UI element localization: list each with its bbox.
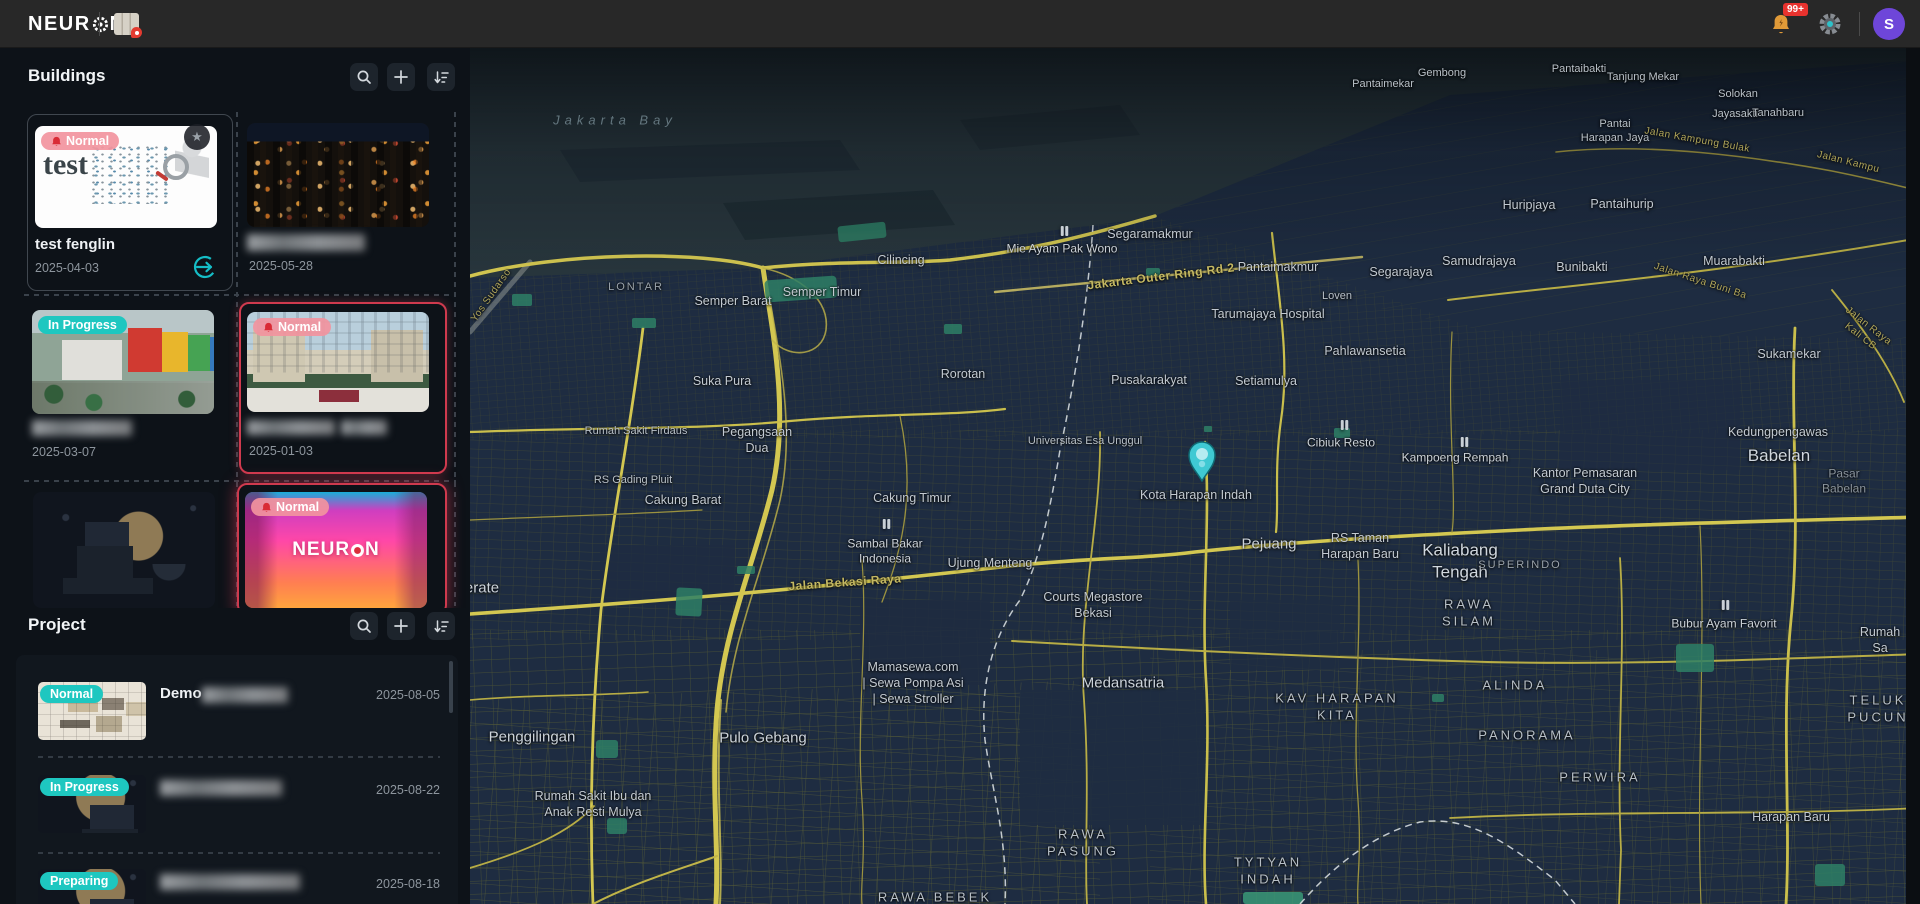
grid-divider bbox=[454, 112, 456, 606]
grid-divider bbox=[24, 480, 456, 482]
enter-building-button[interactable] bbox=[192, 254, 218, 280]
favorite-star-button[interactable]: ★ bbox=[184, 124, 210, 150]
alert-bell-icon bbox=[261, 502, 272, 513]
building-date: 2025-01-03 bbox=[249, 444, 313, 458]
location-pin-icon bbox=[1187, 440, 1217, 482]
project-date: 2025-08-22 bbox=[376, 783, 440, 797]
building-date: 2025-05-28 bbox=[249, 259, 313, 273]
star-icon: ★ bbox=[191, 129, 203, 145]
alert-bell-icon bbox=[263, 322, 274, 333]
building-date: 2025-04-03 bbox=[35, 261, 99, 275]
app-logo: NEUR N bbox=[28, 0, 126, 48]
plus-icon bbox=[393, 618, 409, 634]
watermark-text-right: N bbox=[365, 539, 380, 561]
status-label: Normal bbox=[278, 320, 321, 334]
redacted-title bbox=[341, 420, 387, 435]
enter-arrow-icon bbox=[192, 254, 218, 280]
grid-divider bbox=[24, 294, 456, 296]
sort-icon bbox=[433, 618, 450, 635]
building-title: test fenglin bbox=[35, 236, 115, 253]
status-label: In Progress bbox=[50, 780, 119, 794]
gear-icon bbox=[1818, 12, 1842, 36]
project-date: 2025-08-18 bbox=[376, 877, 440, 891]
alert-bell-icon bbox=[51, 136, 62, 147]
redacted-title bbox=[202, 687, 288, 703]
status-badge: Normal bbox=[40, 685, 103, 703]
buildings-grid: test Normal ★ test fenglin 2025-04-03 20… bbox=[0, 48, 470, 608]
status-label: Normal bbox=[50, 687, 93, 701]
map-app-icon[interactable] bbox=[114, 13, 139, 35]
redacted-title bbox=[160, 874, 300, 890]
notification-count-badge: 99+ bbox=[1783, 3, 1808, 16]
status-label: Normal bbox=[276, 500, 319, 514]
status-badge: In Progress bbox=[38, 316, 127, 334]
magnifier-art bbox=[163, 154, 189, 180]
building-thumbnail[interactable] bbox=[247, 123, 429, 227]
top-bar: NEUR N 99+ S bbox=[0, 0, 1920, 48]
map-app-pin-icon bbox=[131, 27, 142, 38]
list-divider bbox=[38, 852, 440, 854]
status-badge: Normal bbox=[253, 318, 331, 336]
project-section-title: Project bbox=[28, 615, 86, 635]
project-search-button[interactable] bbox=[350, 612, 378, 640]
status-badge: In Progress bbox=[40, 778, 129, 796]
watermark-gear-icon bbox=[351, 544, 364, 557]
project-date: 2025-08-05 bbox=[376, 688, 440, 702]
status-badge: Normal bbox=[251, 498, 329, 516]
logo-text-left: NEUR bbox=[28, 13, 91, 36]
watermark-text-left: NEUR bbox=[292, 539, 350, 561]
neuron-watermark: NEUR N bbox=[292, 539, 380, 561]
project-sort-button[interactable] bbox=[427, 612, 455, 640]
user-avatar[interactable]: S bbox=[1873, 8, 1905, 40]
map-canvas[interactable]: Jakarta BayYos SudarsoLONTARSemper Barat… bbox=[470, 48, 1920, 904]
list-divider bbox=[38, 756, 440, 758]
bell-icon bbox=[1770, 13, 1792, 35]
project-title: Demo bbox=[160, 685, 202, 702]
sidebar: Buildings test Normal ★ test fenglin 202… bbox=[0, 48, 470, 904]
topbar-divider-right bbox=[1859, 12, 1860, 36]
status-label: In Progress bbox=[48, 318, 117, 332]
status-badge: Normal bbox=[41, 132, 119, 150]
scrollbar-thumb[interactable] bbox=[449, 661, 453, 713]
project-list: Normal Demo 2025-08-05 In Progress 2025-… bbox=[16, 655, 458, 904]
topbar-divider bbox=[99, 12, 100, 36]
redacted-title bbox=[247, 420, 335, 435]
building-date: 2025-03-07 bbox=[32, 445, 96, 459]
search-icon bbox=[356, 618, 372, 634]
logo-gear-icon bbox=[92, 16, 109, 33]
status-badge: Preparing bbox=[40, 872, 118, 890]
status-label: Normal bbox=[66, 134, 109, 148]
thumbnail-word: test bbox=[43, 148, 88, 182]
redacted-title bbox=[32, 420, 132, 436]
map-pin[interactable] bbox=[1187, 440, 1217, 487]
building-thumbnail[interactable] bbox=[33, 492, 215, 608]
project-add-button[interactable] bbox=[387, 612, 415, 640]
status-label: Preparing bbox=[50, 874, 108, 888]
redacted-title bbox=[160, 780, 282, 796]
settings-button[interactable] bbox=[1813, 7, 1847, 41]
redacted-title bbox=[247, 234, 365, 251]
